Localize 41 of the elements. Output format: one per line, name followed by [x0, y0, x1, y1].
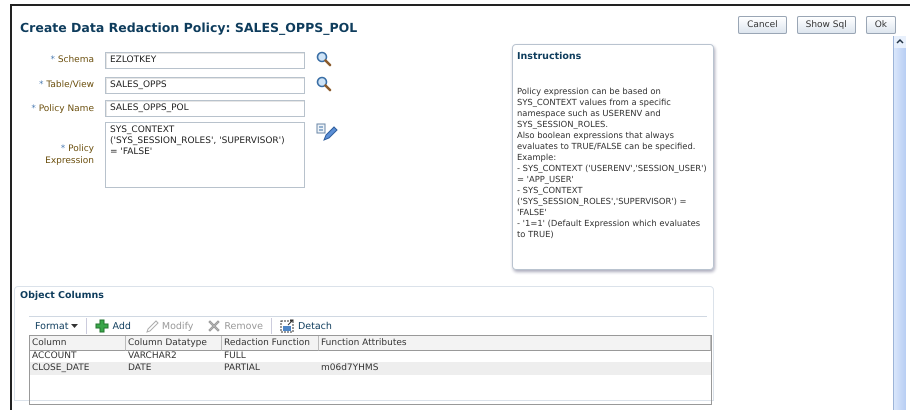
caret-icon [71, 324, 78, 328]
field-label: * Policy Name [30, 102, 94, 114]
text-field[interactable]: EZLOTKEY [105, 52, 305, 68]
table-cell: CLOSE_DATE [30, 363, 126, 375]
page-title: Create Data Redaction Policy: SALES_OPPS_POL [20, 20, 358, 34]
table-cell: DATE [126, 363, 222, 375]
instruction-text: Also boolean expressions that always evaluates to TRUE/FALSE can be specified. [517, 130, 696, 152]
text-field[interactable]: SALES_OPPS_POL [105, 100, 305, 117]
table-cell: PARTIAL [222, 363, 319, 375]
panel-title: Instructions [517, 51, 582, 62]
instruction-text: Example: [517, 152, 558, 163]
cross-icon [207, 319, 222, 333]
plus-icon [95, 319, 110, 333]
action-button[interactable]: Ok [866, 16, 896, 34]
instruction-text: - SYS_CONTEXT ('SYS_SESSION_ROLES','SUPERVISOR') = 'FALSE' [517, 185, 688, 218]
detach-icon [280, 319, 295, 333]
action-button[interactable]: Cancel [738, 16, 787, 34]
field-label: * Table/View [38, 79, 94, 91]
column-header[interactable]: Redaction Function [222, 336, 319, 351]
field-label: * Policy Expression [44, 143, 94, 167]
instruction-text: - '1=1' (Default Expression which evaluates to TRUE) [517, 218, 702, 240]
column-header[interactable]: Column Datatype [126, 336, 222, 351]
search-icon[interactable] [316, 76, 332, 92]
action-button[interactable]: Show Sql [796, 16, 856, 34]
add-button[interactable]: Add [89, 319, 137, 333]
scrollbar[interactable] [893, 36, 906, 410]
field-label: * Schema [49, 54, 94, 66]
instruction-text: - SYS_CONTEXT ('USERENV','SESSION_USER') = 'APP_USER' [517, 163, 707, 185]
search-icon[interactable] [316, 51, 332, 67]
column-header[interactable]: Column [30, 336, 126, 351]
edit-icon[interactable] [316, 123, 338, 143]
format-menu[interactable]: Format [29, 320, 84, 332]
section-title: Object Columns [20, 290, 105, 301]
text-field[interactable]: SALES_OPPS [105, 76, 305, 94]
scroll-up-icon[interactable] [894, 36, 906, 48]
instruction-text: Policy expression can be based on SYS_CONTEXT values from a specific namespace such as USERENV and SYS_SESSION_ROLES. [517, 86, 672, 130]
detach-button[interactable]: Detach [274, 319, 338, 333]
table-cell: m06d7YHMS [319, 363, 711, 375]
pencil-icon [144, 319, 159, 333]
expression-field[interactable]: SYS_CONTEXT ('SYS_SESSION_ROLES', 'SUPERVISOR') = 'FALSE' [105, 122, 305, 188]
column-header[interactable]: Function Attributes [319, 336, 711, 351]
